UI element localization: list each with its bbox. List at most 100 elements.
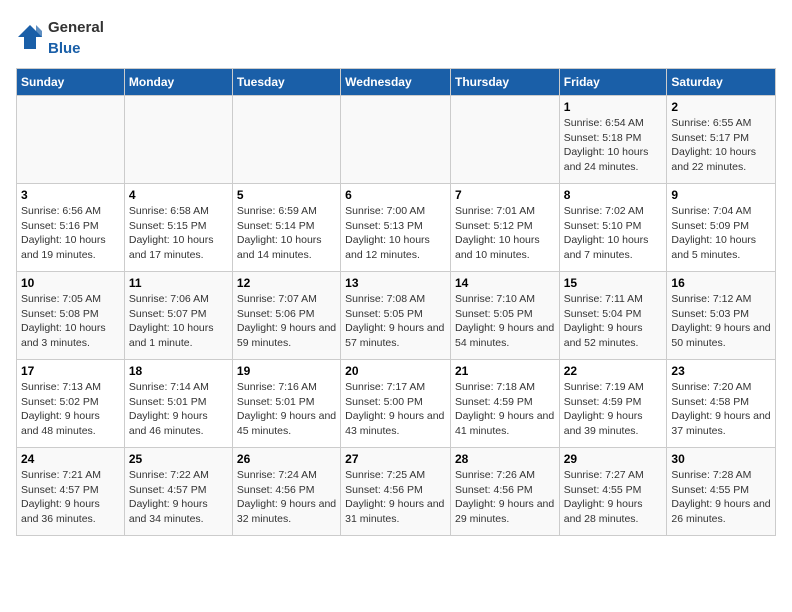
day-number: 26	[237, 452, 336, 466]
calendar-cell	[341, 96, 451, 184]
day-info: Sunrise: 7:22 AM Sunset: 4:57 PM Dayligh…	[129, 468, 228, 527]
weekday-header-saturday: Saturday	[667, 69, 776, 96]
day-number: 24	[21, 452, 120, 466]
calendar-cell: 18 Sunrise: 7:14 AM Sunset: 5:01 PM Dayli…	[124, 360, 232, 448]
calendar-week-2: 3 Sunrise: 6:56 AM Sunset: 5:16 PM Daylig…	[17, 184, 776, 272]
day-number: 2	[671, 100, 771, 114]
day-info: Sunrise: 7:02 AM Sunset: 5:10 PM Dayligh…	[564, 204, 663, 263]
calendar-cell: 1Sunrise: 6:54 AM Sunset: 5:18 PM Daylig…	[559, 96, 667, 184]
calendar-week-3: 10 Sunrise: 7:05 AM Sunset: 5:08 PM Dayli…	[17, 272, 776, 360]
calendar-cell: 19Sunrise: 7:16 AM Sunset: 5:01 PM Dayli…	[232, 360, 340, 448]
day-number: 30	[671, 452, 771, 466]
calendar-cell: 28Sunrise: 7:26 AM Sunset: 4:56 PM Dayli…	[450, 448, 559, 536]
day-number: 16	[671, 276, 771, 290]
calendar-cell: 4 Sunrise: 6:58 AM Sunset: 5:15 PM Daylig…	[124, 184, 232, 272]
day-number: 9	[671, 188, 771, 202]
calendar-cell	[232, 96, 340, 184]
weekday-header-row: SundayMondayTuesdayWednesdayThursdayFrid…	[17, 69, 776, 96]
day-info: Sunrise: 7:19 AM Sunset: 4:59 PM Dayligh…	[564, 380, 663, 439]
day-number: 23	[671, 364, 771, 378]
day-number: 14	[455, 276, 555, 290]
calendar-week-5: 24 Sunrise: 7:21 AM Sunset: 4:57 PM Dayli…	[17, 448, 776, 536]
weekday-header-wednesday: Wednesday	[341, 69, 451, 96]
day-info: Sunrise: 7:27 AM Sunset: 4:55 PM Dayligh…	[564, 468, 663, 527]
day-info: Sunrise: 6:59 AM Sunset: 5:14 PM Dayligh…	[237, 204, 336, 263]
calendar-cell: 27Sunrise: 7:25 AM Sunset: 4:56 PM Dayli…	[341, 448, 451, 536]
day-number: 19	[237, 364, 336, 378]
day-number: 22	[564, 364, 663, 378]
calendar-cell: 30 Sunrise: 7:28 AM Sunset: 4:55 PM Dayli…	[667, 448, 776, 536]
day-number: 8	[564, 188, 663, 202]
calendar-cell: 21 Sunrise: 7:18 AM Sunset: 4:59 PM Dayli…	[450, 360, 559, 448]
weekday-header-monday: Monday	[124, 69, 232, 96]
calendar-cell: 15 Sunrise: 7:11 AM Sunset: 5:04 PM Dayli…	[559, 272, 667, 360]
day-info: Sunrise: 7:10 AM Sunset: 5:05 PM Dayligh…	[455, 292, 555, 351]
calendar-cell	[124, 96, 232, 184]
day-number: 6	[345, 188, 446, 202]
day-info: Sunrise: 7:21 AM Sunset: 4:57 PM Dayligh…	[21, 468, 120, 527]
day-number: 7	[455, 188, 555, 202]
day-info: Sunrise: 7:12 AM Sunset: 5:03 PM Dayligh…	[671, 292, 771, 351]
day-number: 15	[564, 276, 663, 290]
calendar-cell: 8 Sunrise: 7:02 AM Sunset: 5:10 PM Daylig…	[559, 184, 667, 272]
day-number: 3	[21, 188, 120, 202]
day-info: Sunrise: 6:56 AM Sunset: 5:16 PM Dayligh…	[21, 204, 120, 263]
weekday-header-tuesday: Tuesday	[232, 69, 340, 96]
day-info: Sunrise: 7:05 AM Sunset: 5:08 PM Dayligh…	[21, 292, 120, 351]
weekday-header-sunday: Sunday	[17, 69, 125, 96]
day-info: Sunrise: 7:13 AM Sunset: 5:02 PM Dayligh…	[21, 380, 120, 439]
day-number: 10	[21, 276, 120, 290]
calendar-cell: 2 Sunrise: 6:55 AM Sunset: 5:17 PM Daylig…	[667, 96, 776, 184]
day-info: Sunrise: 7:07 AM Sunset: 5:06 PM Dayligh…	[237, 292, 336, 351]
calendar-cell: 24 Sunrise: 7:21 AM Sunset: 4:57 PM Dayli…	[17, 448, 125, 536]
day-info: Sunrise: 7:00 AM Sunset: 5:13 PM Dayligh…	[345, 204, 446, 263]
day-number: 18	[129, 364, 228, 378]
day-info: Sunrise: 7:18 AM Sunset: 4:59 PM Dayligh…	[455, 380, 555, 439]
day-number: 21	[455, 364, 555, 378]
calendar-cell: 9Sunrise: 7:04 AM Sunset: 5:09 PM Daylig…	[667, 184, 776, 272]
calendar-cell: 29 Sunrise: 7:27 AM Sunset: 4:55 PM Dayli…	[559, 448, 667, 536]
logo: General Blue	[16, 16, 104, 58]
day-number: 25	[129, 452, 228, 466]
calendar-cell: 14 Sunrise: 7:10 AM Sunset: 5:05 PM Dayli…	[450, 272, 559, 360]
day-info: Sunrise: 7:01 AM Sunset: 5:12 PM Dayligh…	[455, 204, 555, 263]
day-info: Sunrise: 7:28 AM Sunset: 4:55 PM Dayligh…	[671, 468, 771, 527]
day-number: 29	[564, 452, 663, 466]
day-number: 20	[345, 364, 446, 378]
day-info: Sunrise: 7:11 AM Sunset: 5:04 PM Dayligh…	[564, 292, 663, 351]
day-number: 13	[345, 276, 446, 290]
weekday-header-friday: Friday	[559, 69, 667, 96]
day-info: Sunrise: 6:58 AM Sunset: 5:15 PM Dayligh…	[129, 204, 228, 263]
calendar-header: General Blue	[16, 16, 776, 58]
logo-general-text: General	[48, 19, 104, 36]
calendar-cell: 25 Sunrise: 7:22 AM Sunset: 4:57 PM Dayli…	[124, 448, 232, 536]
weekday-header-thursday: Thursday	[450, 69, 559, 96]
calendar-cell: 5 Sunrise: 6:59 AM Sunset: 5:14 PM Daylig…	[232, 184, 340, 272]
day-info: Sunrise: 6:55 AM Sunset: 5:17 PM Dayligh…	[671, 116, 771, 175]
calendar-week-4: 17 Sunrise: 7:13 AM Sunset: 5:02 PM Dayli…	[17, 360, 776, 448]
calendar-cell: 13 Sunrise: 7:08 AM Sunset: 5:05 PM Dayli…	[341, 272, 451, 360]
day-info: Sunrise: 7:26 AM Sunset: 4:56 PM Dayligh…	[455, 468, 555, 527]
day-number: 12	[237, 276, 336, 290]
day-number: 11	[129, 276, 228, 290]
calendar-cell: 23Sunrise: 7:20 AM Sunset: 4:58 PM Dayli…	[667, 360, 776, 448]
calendar-cell: 11 Sunrise: 7:06 AM Sunset: 5:07 PM Dayli…	[124, 272, 232, 360]
day-number: 1	[564, 100, 663, 114]
day-info: Sunrise: 7:08 AM Sunset: 5:05 PM Dayligh…	[345, 292, 446, 351]
day-number: 4	[129, 188, 228, 202]
day-info: Sunrise: 7:17 AM Sunset: 5:00 PM Dayligh…	[345, 380, 446, 439]
day-number: 5	[237, 188, 336, 202]
logo-svg	[16, 23, 44, 51]
calendar-cell: 12 Sunrise: 7:07 AM Sunset: 5:06 PM Dayli…	[232, 272, 340, 360]
calendar-cell: 20 Sunrise: 7:17 AM Sunset: 5:00 PM Dayli…	[341, 360, 451, 448]
calendar-cell: 10 Sunrise: 7:05 AM Sunset: 5:08 PM Dayli…	[17, 272, 125, 360]
day-info: Sunrise: 7:06 AM Sunset: 5:07 PM Dayligh…	[129, 292, 228, 351]
calendar-table: SundayMondayTuesdayWednesdayThursdayFrid…	[16, 68, 776, 536]
day-info: Sunrise: 7:25 AM Sunset: 4:56 PM Dayligh…	[345, 468, 446, 527]
day-info: Sunrise: 7:14 AM Sunset: 5:01 PM Dayligh…	[129, 380, 228, 439]
calendar-cell: 3 Sunrise: 6:56 AM Sunset: 5:16 PM Daylig…	[17, 184, 125, 272]
calendar-cell: 7 Sunrise: 7:01 AM Sunset: 5:12 PM Daylig…	[450, 184, 559, 272]
calendar-cell: 17 Sunrise: 7:13 AM Sunset: 5:02 PM Dayli…	[17, 360, 125, 448]
calendar-cell	[17, 96, 125, 184]
day-number: 17	[21, 364, 120, 378]
